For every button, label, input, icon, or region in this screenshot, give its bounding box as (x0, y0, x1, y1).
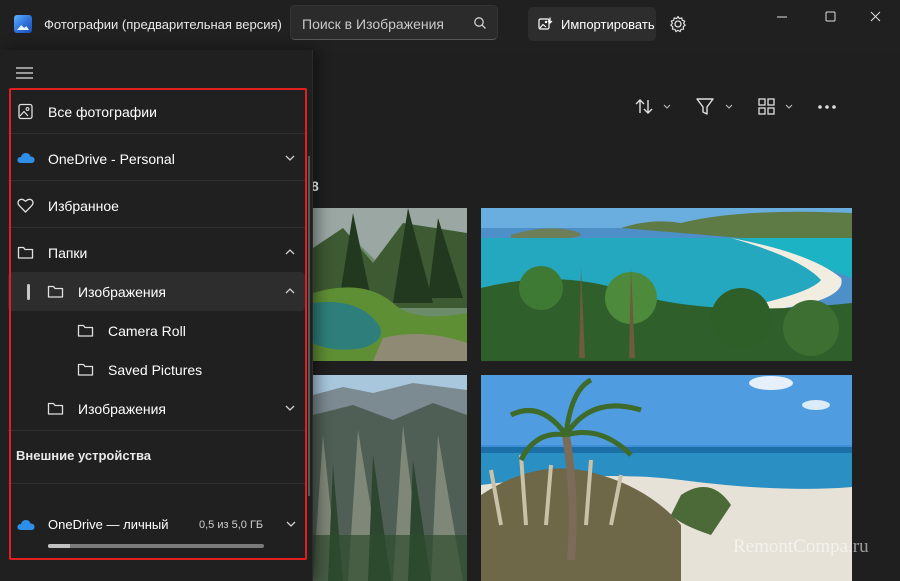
view-options-button[interactable] (757, 96, 797, 118)
nav-item-label: OneDrive - Personal (48, 151, 175, 167)
minimize-button[interactable] (764, 6, 800, 28)
close-button[interactable] (858, 6, 894, 28)
scrollbar[interactable] (308, 156, 310, 496)
import-icon (538, 17, 553, 30)
sort-button[interactable] (634, 96, 674, 118)
nav-item-pictures-2[interactable]: Изображения (8, 389, 305, 428)
more-options-icon[interactable] (815, 96, 839, 118)
import-button[interactable]: Импортировать (528, 7, 656, 41)
gear-icon[interactable] (668, 14, 688, 34)
folder-icon (77, 324, 94, 337)
nav-item-all-photos[interactable]: Все фотографии (8, 92, 305, 131)
photo-thumbnail[interactable] (481, 208, 852, 361)
nav-item-label: Папки (48, 245, 88, 261)
heart-icon (17, 198, 34, 213)
storage-progress-fill (48, 544, 70, 548)
onedrive-account-label[interactable]: OneDrive — личный (48, 517, 169, 532)
navigation-pane: Все фотографии OneDrive - Personal Избра… (0, 50, 313, 581)
nav-item-label: Camera Roll (108, 323, 186, 339)
folder-icon (47, 402, 64, 415)
chevron-down-icon[interactable] (285, 404, 295, 412)
divider (8, 227, 305, 228)
folder-icon (17, 246, 34, 259)
nav-item-saved-pictures[interactable]: Saved Pictures (8, 350, 305, 389)
onedrive-cloud-icon (17, 153, 35, 163)
nav-item-onedrive-personal[interactable]: OneDrive - Personal (8, 139, 305, 178)
search-icon[interactable] (473, 16, 487, 30)
app-title: Фотографии (предварительная версия) (44, 17, 282, 32)
search-placeholder: Поиск в Изображения (302, 16, 444, 32)
nav-item-camera-roll[interactable]: Camera Roll (8, 311, 305, 350)
selection-indicator (27, 284, 30, 300)
photos-app-icon (14, 15, 32, 33)
maximize-button[interactable] (812, 6, 848, 28)
chevron-up-icon[interactable] (285, 287, 295, 295)
divider (8, 180, 305, 181)
divider (8, 430, 305, 431)
divider (8, 483, 305, 484)
filter-button[interactable] (695, 96, 739, 118)
search-input[interactable]: Поиск в Изображения (290, 5, 498, 40)
nav-item-label: Saved Pictures (108, 362, 203, 378)
nav-item-label: Все фотографии (48, 104, 157, 120)
menu-hamburger-icon[interactable] (16, 66, 34, 80)
photo-thumbnail[interactable] (313, 375, 467, 581)
folder-icon (77, 363, 94, 376)
nav-item-pictures-selected[interactable]: Изображения (8, 272, 305, 311)
photo-thumbnail[interactable] (313, 208, 467, 361)
nav-item-label: Изображения (78, 284, 166, 300)
nav-item-label: Изображения (78, 401, 166, 417)
section-title-external-devices: Внешние устройства (16, 448, 152, 463)
nav-item-favorites[interactable]: Избранное (8, 186, 305, 225)
divider (8, 133, 305, 134)
nav-item-label: Избранное (48, 198, 119, 214)
onedrive-cloud-icon (17, 520, 35, 530)
photo-gallery-icon (18, 103, 33, 120)
folder-icon (47, 285, 64, 298)
chevron-down-icon[interactable] (286, 520, 296, 528)
watermark: RemontCompa.ru (733, 536, 869, 557)
title-bar: Фотографии (предварительная версия) Поис… (0, 0, 900, 50)
storage-progress-bar (48, 544, 264, 548)
onedrive-quota: 0,5 из 5,0 ГБ (199, 519, 264, 531)
import-label: Импортировать (561, 17, 655, 32)
chevron-up-icon[interactable] (285, 248, 295, 256)
chevron-down-icon[interactable] (285, 154, 295, 162)
nav-item-folders[interactable]: Папки (8, 233, 305, 272)
